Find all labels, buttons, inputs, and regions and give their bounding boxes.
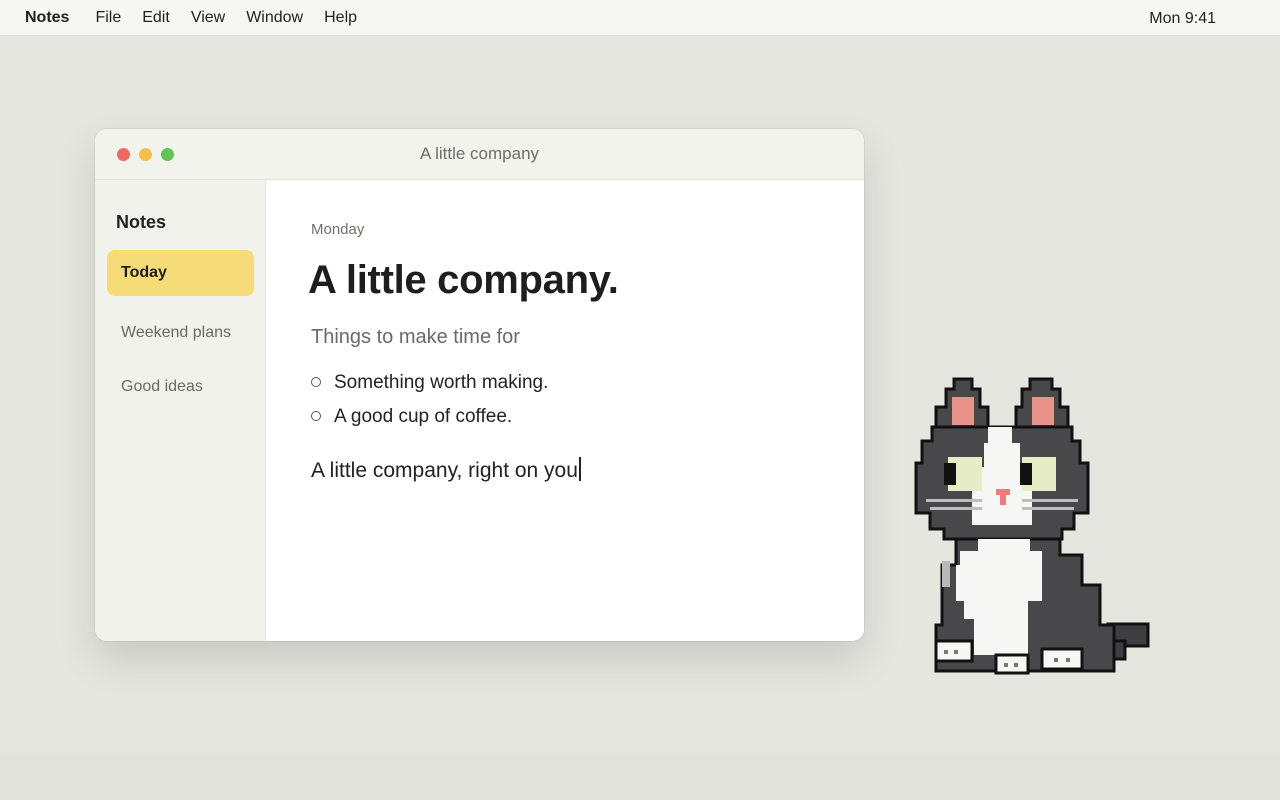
- checklist-item: Something worth making.: [311, 372, 548, 394]
- sidebar-item-weekend-plans[interactable]: Weekend plans: [107, 310, 254, 356]
- note-body-text[interactable]: A little company, right on you: [311, 459, 578, 482]
- menubar-clock[interactable]: Mon 9:41: [1149, 10, 1216, 28]
- checklist-item: A good cup of coffee.: [311, 406, 512, 428]
- menu-edit[interactable]: Edit: [142, 9, 170, 27]
- window-title: A little company: [419, 144, 540, 163]
- sidebar-item-today[interactable]: Today: [107, 250, 254, 296]
- sidebar: Notes Today Weekend plans Good ideas: [95, 180, 266, 641]
- menu-bar: Notes File Edit View Window Help Mon 9:4…: [0, 0, 1280, 36]
- note-title[interactable]: A little company.: [308, 258, 619, 303]
- menu-help[interactable]: Help: [324, 9, 357, 27]
- menu-view[interactable]: View: [191, 9, 225, 27]
- notes-window: A little company Notes Today Weekend pla…: [95, 129, 864, 641]
- note-editor[interactable]: Monday A little company. Things to make …: [266, 180, 864, 641]
- sidebar-item-good-ideas[interactable]: Good ideas: [107, 364, 254, 410]
- dock-area: [0, 753, 1280, 800]
- note-subtitle[interactable]: Things to make time for: [311, 326, 520, 349]
- app-menu-notes[interactable]: Notes: [25, 9, 69, 27]
- menu-file[interactable]: File: [95, 9, 121, 27]
- sidebar-item-label: Today: [121, 264, 167, 281]
- checklist-item-text[interactable]: A good cup of coffee.: [334, 406, 512, 428]
- checkbox[interactable]: [311, 411, 321, 421]
- pixel-cat-icon: [914, 377, 1150, 675]
- checkbox[interactable]: [311, 377, 321, 387]
- sidebar-heading: Notes: [116, 212, 167, 232]
- sidebar-item-label: Good ideas: [121, 378, 203, 395]
- text-cursor: [578, 457, 581, 481]
- note-date: Monday: [311, 221, 365, 238]
- note-body[interactable]: A little company, right on you: [311, 457, 581, 483]
- window-titlebar[interactable]: A little company: [95, 129, 864, 180]
- checklist-item-text[interactable]: Something worth making.: [334, 372, 548, 394]
- sidebar-item-label: Weekend plans: [121, 324, 231, 341]
- menu-window[interactable]: Window: [246, 9, 303, 27]
